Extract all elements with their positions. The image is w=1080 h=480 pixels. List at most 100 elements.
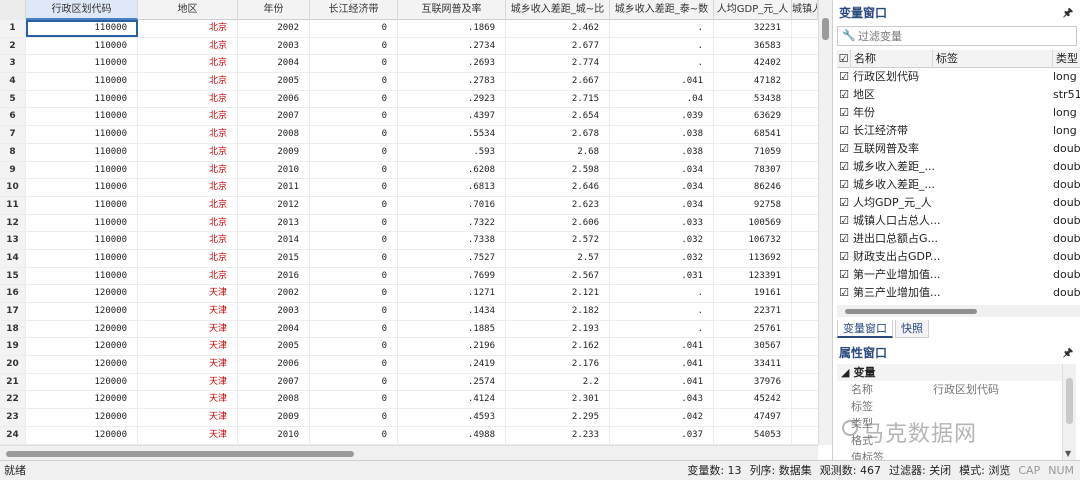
scroll-down-icon[interactable]: ▼ xyxy=(1065,449,1071,458)
table-cell[interactable]: .042 xyxy=(610,409,714,426)
table-cell[interactable]: 2.606 xyxy=(506,214,610,232)
table-cell[interactable]: 北京 xyxy=(138,126,238,143)
table-cell[interactable] xyxy=(792,197,818,214)
table-cell[interactable]: 120000 xyxy=(26,303,138,320)
table-cell[interactable]: 2010 xyxy=(238,426,310,444)
properties-scroll-thumb[interactable] xyxy=(1066,378,1073,424)
table-cell[interactable] xyxy=(792,356,818,373)
variable-list-item[interactable]: ☑ 互联网普及率 doub xyxy=(837,140,1080,158)
variable-list-item[interactable]: ☑ 年份 long xyxy=(837,104,1080,122)
table-cell[interactable]: 47497 xyxy=(714,409,792,426)
table-row[interactable]: 13 110000 北京 2014 0.7338 2.572.032 106732 xyxy=(0,232,818,250)
table-cell[interactable]: 0 xyxy=(310,179,398,196)
table-row[interactable]: 12 110000 北京 2013 0.7322 2.606.033 100569 xyxy=(0,214,818,233)
table-row[interactable]: 6 110000 北京 2007 0.4397 2.654.039 63629 xyxy=(0,108,818,127)
table-cell[interactable]: 2009 xyxy=(238,409,310,426)
table-cell[interactable]: .1869 xyxy=(398,20,506,37)
table-cell[interactable]: 2.68 xyxy=(506,143,610,161)
table-cell[interactable]: 54053 xyxy=(714,426,792,444)
table-cell[interactable]: 19161 xyxy=(714,285,792,302)
table-cell[interactable]: 0 xyxy=(310,37,398,55)
properties-section[interactable]: ◢ 变量 xyxy=(837,364,1065,381)
pin-icon[interactable]: 🖈 xyxy=(1063,342,1073,364)
table-cell[interactable]: .04 xyxy=(610,90,714,108)
select-all-checkbox[interactable]: ☑ xyxy=(837,50,851,68)
table-cell[interactable]: .2196 xyxy=(398,338,506,356)
table-cell[interactable]: 0 xyxy=(310,338,398,356)
table-cell[interactable]: .041 xyxy=(610,338,714,356)
table-row[interactable]: 23 120000 天津 2009 0.4593 2.295.042 47497 xyxy=(0,409,818,427)
table-cell[interactable]: 110000 xyxy=(26,37,138,55)
variable-checkbox[interactable]: ☑ xyxy=(837,212,851,230)
table-cell[interactable]: .034 xyxy=(610,161,714,179)
table-cell[interactable]: 北京 xyxy=(138,143,238,161)
table-cell[interactable]: 110000 xyxy=(26,55,138,73)
table-cell[interactable]: 2013 xyxy=(238,214,310,232)
table-cell[interactable]: 天津 xyxy=(138,320,238,338)
table-cell[interactable]: 120000 xyxy=(26,285,138,302)
variable-checkbox[interactable]: ☑ xyxy=(837,158,851,176)
table-cell[interactable]: 32231 xyxy=(714,20,792,37)
table-cell[interactable]: 110000 xyxy=(26,267,138,285)
variable-checkbox[interactable]: ☑ xyxy=(837,194,851,212)
table-cell[interactable]: .2923 xyxy=(398,90,506,108)
column-header[interactable]: 年份 xyxy=(238,0,310,20)
grid-body[interactable]: 1 110000 北京 2002 0.1869 2.462. 32231 2 110000 北京 2… xyxy=(0,20,818,445)
table-cell[interactable]: .4397 xyxy=(398,108,506,126)
table-cell[interactable]: 2.667 xyxy=(506,73,610,90)
table-cell[interactable]: 0 xyxy=(310,214,398,232)
table-cell[interactable]: 0 xyxy=(310,249,398,267)
tab-variables[interactable]: 变量窗口 xyxy=(837,320,893,338)
table-cell[interactable]: 2005 xyxy=(238,338,310,356)
table-cell[interactable]: 33411 xyxy=(714,356,792,373)
table-cell[interactable]: .034 xyxy=(610,179,714,196)
variable-checkbox[interactable]: ☑ xyxy=(837,104,851,122)
table-cell[interactable]: .038 xyxy=(610,143,714,161)
variable-list-item[interactable]: ☑ 城乡收入差距_... doub xyxy=(837,158,1080,176)
table-row[interactable]: 24 120000 天津 2010 0.4988 2.233.037 54053 xyxy=(0,426,818,445)
table-cell[interactable]: 天津 xyxy=(138,356,238,373)
table-row[interactable]: 3 110000 北京 2004 0.2693 2.774. 42402 xyxy=(0,55,818,74)
table-cell[interactable]: 36583 xyxy=(714,37,792,55)
variable-list-item[interactable]: ☑ 财政支出占GDP... doub xyxy=(837,248,1080,266)
table-cell[interactable]: 110000 xyxy=(26,143,138,161)
table-cell[interactable]: 0 xyxy=(310,126,398,143)
table-cell[interactable]: .6813 xyxy=(398,179,506,196)
table-cell[interactable]: .593 xyxy=(398,143,506,161)
table-cell[interactable]: 37976 xyxy=(714,373,792,391)
table-cell[interactable]: 2008 xyxy=(238,126,310,143)
table-cell[interactable] xyxy=(792,391,818,408)
table-cell[interactable]: 0 xyxy=(310,303,398,320)
table-cell[interactable]: 2.462 xyxy=(506,20,610,37)
table-cell[interactable]: .037 xyxy=(610,426,714,444)
variable-list-item[interactable]: ☑ 城乡收入差距_... doub xyxy=(837,176,1080,194)
table-cell[interactable]: 120000 xyxy=(26,338,138,356)
table-cell[interactable]: 天津 xyxy=(138,426,238,444)
table-cell[interactable]: .6208 xyxy=(398,161,506,179)
table-cell[interactable]: 2002 xyxy=(238,20,310,37)
table-cell[interactable] xyxy=(792,303,818,320)
variables-horizontal-scrollbar[interactable] xyxy=(837,305,1080,317)
table-cell[interactable]: 2007 xyxy=(238,373,310,391)
table-cell[interactable]: 2009 xyxy=(238,143,310,161)
table-row[interactable]: 4 110000 北京 2005 0.2783 2.667.041 47182 xyxy=(0,73,818,91)
table-row[interactable]: 10 110000 北京 2011 0.6813 2.646.034 86246 xyxy=(0,179,818,197)
table-cell[interactable]: 2.2 xyxy=(506,373,610,391)
table-cell[interactable]: 0 xyxy=(310,426,398,444)
table-cell[interactable]: . xyxy=(610,20,714,37)
table-cell[interactable] xyxy=(792,338,818,355)
column-header[interactable]: 行政区划代码 xyxy=(26,0,138,20)
table-cell[interactable]: 2003 xyxy=(238,303,310,320)
table-cell[interactable]: .7338 xyxy=(398,232,506,249)
table-cell[interactable]: .041 xyxy=(610,356,714,373)
table-cell[interactable]: 0 xyxy=(310,373,398,391)
table-cell[interactable]: 110000 xyxy=(26,179,138,196)
variable-checkbox[interactable]: ☑ xyxy=(837,230,851,248)
table-cell[interactable]: 110000 xyxy=(26,108,138,126)
table-cell[interactable]: 2.121 xyxy=(506,285,610,302)
table-cell[interactable]: 86246 xyxy=(714,179,792,196)
table-cell[interactable]: 2.598 xyxy=(506,161,610,179)
table-cell[interactable]: 2010 xyxy=(238,161,310,179)
table-cell[interactable]: 2012 xyxy=(238,196,310,214)
table-cell[interactable]: .039 xyxy=(610,108,714,126)
